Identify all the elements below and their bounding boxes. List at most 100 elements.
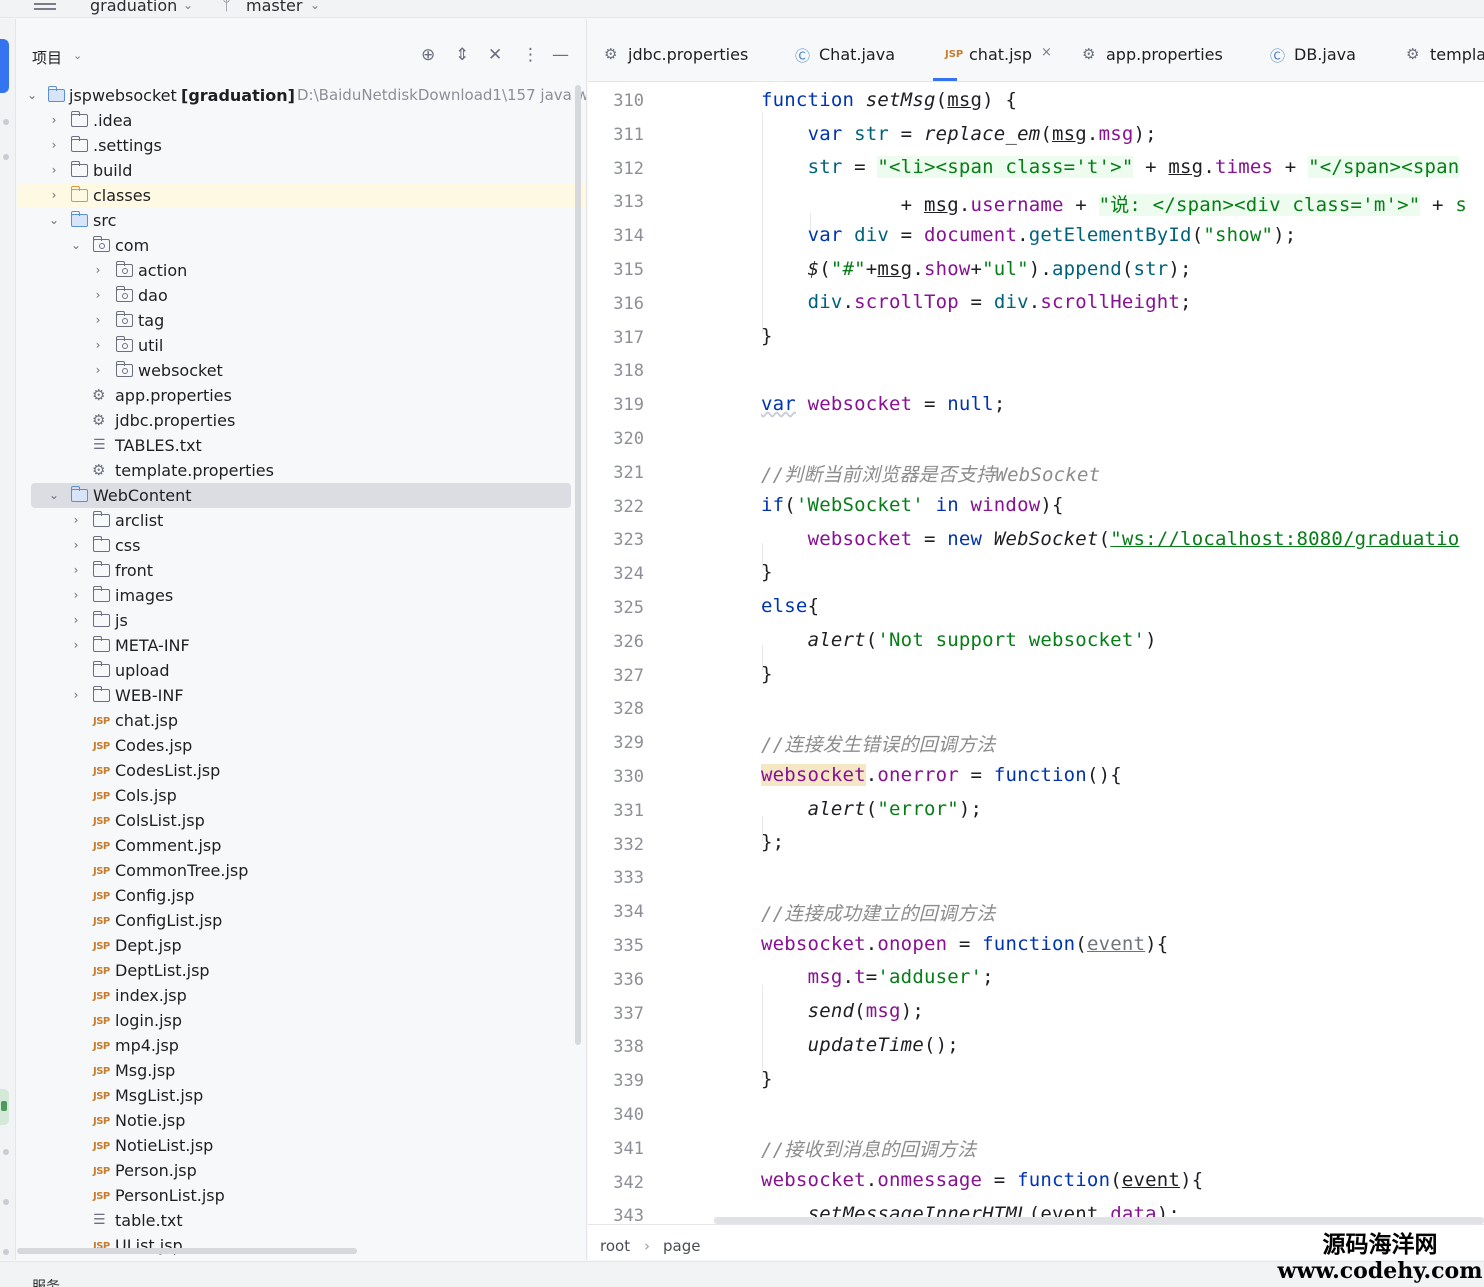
chevron-down-icon[interactable]: ⌄ xyxy=(25,83,39,108)
tab-label: chat.jsp xyxy=(969,45,1033,64)
tree-item-jsp[interactable]: JSP PersonList.jsp xyxy=(17,1183,586,1208)
tree-item-classes[interactable]: › classes xyxy=(17,183,586,208)
vertical-scrollbar[interactable] xyxy=(575,85,581,1045)
tree-item-webcontent[interactable]: ⌄ WebContent xyxy=(31,483,571,508)
hide-panel-icon[interactable]: — xyxy=(552,45,569,65)
project-selector[interactable]: graduation xyxy=(90,0,177,15)
code-area[interactable]: function setMsg(msg) { var str = replace… xyxy=(712,83,1484,1223)
tree-item-app-properties[interactable]: ⚙ app.properties xyxy=(17,383,586,408)
tree-item-action[interactable]: › action xyxy=(17,258,586,283)
run-toolwindow-button[interactable] xyxy=(0,1089,9,1125)
tree-item-root[interactable]: ⌄ jspwebsocket [graduation] D:\BaiduNetd… xyxy=(17,83,586,108)
tree-item-jsp[interactable]: JSP CommonTree.jsp xyxy=(17,858,586,883)
tree-item-arclist[interactable]: › arclist xyxy=(17,508,586,533)
chevron-down-icon[interactable]: ⌄ xyxy=(69,233,83,258)
expand-all-icon[interactable]: ⇕ xyxy=(455,45,469,65)
tree-item-settings[interactable]: › .settings xyxy=(17,133,586,158)
tree-item-label: Person.jsp xyxy=(115,1161,197,1180)
tree-item-jsp[interactable]: JSP Cols.jsp xyxy=(17,783,586,808)
chevron-down-icon[interactable]: ⌄ xyxy=(47,483,61,508)
chevron-right-icon[interactable]: › xyxy=(69,558,83,583)
tree-item-build[interactable]: › build xyxy=(17,158,586,183)
tree-item-websocket[interactable]: › websocket xyxy=(17,358,586,383)
tree-item-jsp[interactable]: JSP DeptList.jsp xyxy=(17,958,586,983)
chevron-right-icon[interactable]: › xyxy=(69,583,83,608)
tree-item-jsp[interactable]: JSP mp4.jsp xyxy=(17,1033,586,1058)
toolwindow-dot-icon[interactable] xyxy=(3,1149,9,1155)
branch-selector[interactable]: master xyxy=(246,0,302,15)
breadcrumb-item[interactable]: root xyxy=(600,1237,630,1255)
chevron-right-icon[interactable]: › xyxy=(91,283,105,308)
tree-item-table-txt[interactable]: ☰ table.txt xyxy=(17,1208,586,1233)
toolwindow-dot-icon[interactable] xyxy=(3,119,9,125)
tree-item-front[interactable]: › front xyxy=(17,558,586,583)
project-panel-title[interactable]: 项目 xyxy=(32,47,62,68)
tree-item-jsp[interactable]: JSP Codes.jsp xyxy=(17,733,586,758)
toolwindow-dot-icon[interactable] xyxy=(3,1249,9,1255)
chevron-right-icon[interactable]: › xyxy=(69,683,83,708)
collapse-all-icon[interactable]: ✕ xyxy=(488,45,502,65)
tree-item-jsp[interactable]: JSP MsgList.jsp xyxy=(17,1083,586,1108)
tree-item-jsp[interactable]: JSP Notie.jsp xyxy=(17,1108,586,1133)
chevron-right-icon[interactable]: › xyxy=(47,183,61,208)
tree-item-util[interactable]: › util xyxy=(17,333,586,358)
tree-item-dao[interactable]: › dao xyxy=(17,283,586,308)
chevron-right-icon[interactable]: › xyxy=(91,258,105,283)
tree-item-idea[interactable]: › .idea xyxy=(17,108,586,133)
chevron-right-icon[interactable]: › xyxy=(69,533,83,558)
horizontal-scrollbar[interactable] xyxy=(17,1248,357,1254)
tree-item-jsp[interactable]: JSP Dept.jsp xyxy=(17,933,586,958)
tree-item-jsp[interactable]: JSP Person.jsp xyxy=(17,1158,586,1183)
tree-item-jsp[interactable]: JSP CodesList.jsp xyxy=(17,758,586,783)
chevron-right-icon[interactable]: › xyxy=(91,308,105,333)
chevron-right-icon[interactable]: › xyxy=(47,133,61,158)
tree-item-jsp[interactable]: JSP ColsList.jsp xyxy=(17,808,586,833)
tree-item-label: Config.jsp xyxy=(115,886,195,905)
tree-item-jsp[interactable]: JSP chat.jsp xyxy=(17,708,586,733)
line-number: 330 xyxy=(613,767,644,787)
tree-item-jsp[interactable]: JSP index.jsp xyxy=(17,983,586,1008)
token: $ xyxy=(807,258,820,280)
tree-item-js[interactable]: › js xyxy=(17,608,586,633)
tree-item-css[interactable]: › css xyxy=(17,533,586,558)
chevron-down-icon[interactable]: ⌄ xyxy=(310,0,320,12)
chevron-down-icon[interactable]: ⌄ xyxy=(183,0,193,12)
editor-horizontal-scrollbar[interactable] xyxy=(714,1217,1484,1224)
breadcrumb-item[interactable]: page xyxy=(663,1237,700,1255)
tree-item-jsp[interactable]: JSP NotieList.jsp xyxy=(17,1133,586,1158)
tree-item-jsp[interactable]: JSP login.jsp xyxy=(17,1008,586,1033)
tree-item-tag[interactable]: › tag xyxy=(17,308,586,333)
toolwindow-dot-icon[interactable] xyxy=(3,1199,9,1205)
chevron-right-icon[interactable]: › xyxy=(69,608,83,633)
tree-item-jdbc-properties[interactable]: ⚙ jdbc.properties xyxy=(17,408,586,433)
chevron-right-icon[interactable]: › xyxy=(69,508,83,533)
chevron-right-icon[interactable]: › xyxy=(47,108,61,133)
tree-item-meta-inf[interactable]: › META-INF xyxy=(17,633,586,658)
main-menu-icon[interactable] xyxy=(34,0,56,14)
tree-item-web-inf[interactable]: › WEB-INF xyxy=(17,683,586,708)
chevron-down-icon[interactable]: ⌄ xyxy=(73,49,82,62)
tree-item-jsp[interactable]: JSP Config.jsp xyxy=(17,883,586,908)
gear-icon: ⚙ xyxy=(92,411,106,429)
tree-item-com[interactable]: ⌄ com xyxy=(17,233,586,258)
services-label[interactable]: 服务 xyxy=(32,1276,60,1287)
tree-item-template-properties[interactable]: ⚙ template.properties xyxy=(17,458,586,483)
locate-icon[interactable]: ⊕ xyxy=(421,45,435,65)
tree-item-jsp[interactable]: JSP Msg.jsp xyxy=(17,1058,586,1083)
tree-item-upload[interactable]: upload xyxy=(17,658,586,683)
chevron-right-icon[interactable]: › xyxy=(69,633,83,658)
chevron-right-icon[interactable]: › xyxy=(91,333,105,358)
chevron-down-icon[interactable]: ⌄ xyxy=(47,208,61,233)
options-icon[interactable]: ⋮ xyxy=(522,45,539,65)
tree-item-jsp[interactable]: JSP ConfigList.jsp xyxy=(17,908,586,933)
toolwindow-dot-icon[interactable] xyxy=(3,154,9,160)
chevron-right-icon[interactable]: › xyxy=(91,358,105,383)
tree-item-src[interactable]: ⌄ src xyxy=(17,208,586,233)
close-icon[interactable]: × xyxy=(1041,45,1052,60)
tree-item-jsp[interactable]: JSP Comment.jsp xyxy=(17,833,586,858)
project-toolwindow-button[interactable] xyxy=(0,39,9,93)
tree-item-jsp[interactable]: JSP UList.jsp xyxy=(17,1233,586,1258)
tree-item-images[interactable]: › images xyxy=(17,583,586,608)
tree-item-tables-txt[interactable]: ☰ TABLES.txt xyxy=(17,433,586,458)
chevron-right-icon[interactable]: › xyxy=(47,158,61,183)
